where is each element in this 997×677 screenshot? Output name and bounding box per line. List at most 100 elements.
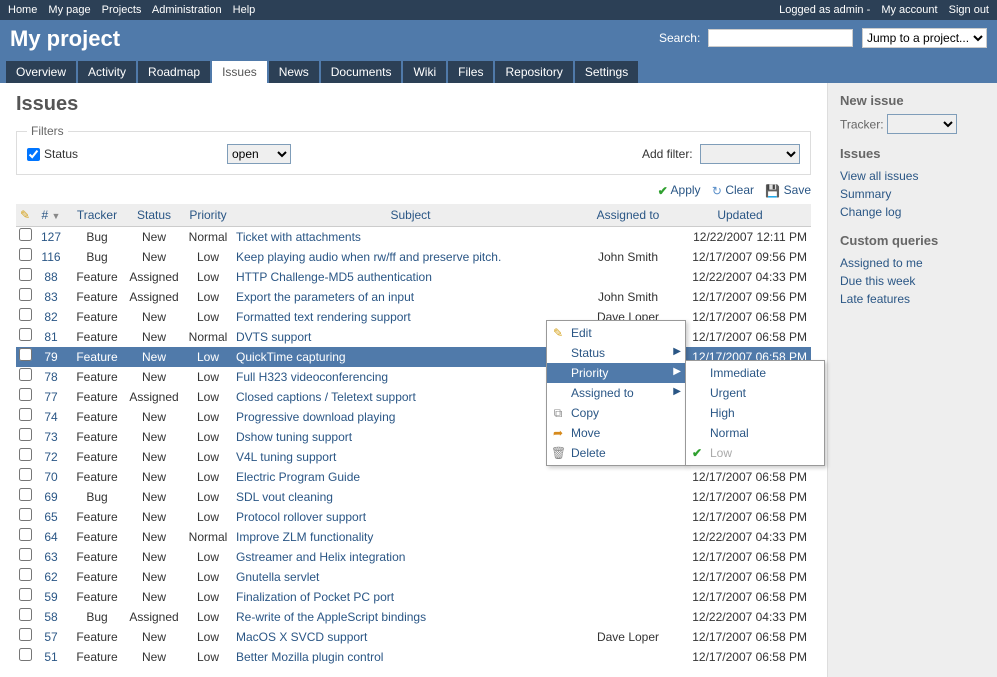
issue-id[interactable]: 70 xyxy=(44,470,57,484)
search-input[interactable] xyxy=(708,29,853,47)
jump-to-project-select[interactable]: Jump to a project... xyxy=(862,28,987,48)
ctx-delete[interactable]: 🗑Delete xyxy=(547,443,685,463)
issue-subject-link[interactable]: Gstreamer and Helix integration xyxy=(236,550,405,564)
row-checkbox[interactable] xyxy=(19,408,32,421)
row-checkbox[interactable] xyxy=(19,528,32,541)
link-late-features[interactable]: Late features xyxy=(840,290,985,308)
ctx-move[interactable]: ➦Move xyxy=(547,423,685,443)
issue-subject-link[interactable]: Protocol rollover support xyxy=(236,510,366,524)
issue-id[interactable]: 78 xyxy=(44,370,57,384)
issue-subject-link[interactable]: Export the parameters of an input xyxy=(236,290,414,304)
issue-id[interactable]: 116 xyxy=(41,250,60,264)
tab-files[interactable]: Files xyxy=(448,61,493,83)
issue-subject-link[interactable]: Better Mozilla plugin control xyxy=(236,650,383,664)
nav-help[interactable]: Help xyxy=(233,4,256,16)
link-due-this-week[interactable]: Due this week xyxy=(840,272,985,290)
row-checkbox[interactable] xyxy=(19,628,32,641)
ctx-priority-low[interactable]: ✔Low xyxy=(686,443,824,463)
link-view-all-issues[interactable]: View all issues xyxy=(840,167,985,185)
issue-subject-link[interactable]: Re-write of the AppleScript bindings xyxy=(236,610,426,624)
col-status[interactable]: Status xyxy=(126,204,182,227)
issue-subject-link[interactable]: V4L tuning support xyxy=(236,450,336,464)
row-checkbox[interactable] xyxy=(19,428,32,441)
tab-overview[interactable]: Overview xyxy=(6,61,76,83)
issue-subject-link[interactable]: Progressive download playing xyxy=(236,410,395,424)
issue-id[interactable]: 62 xyxy=(44,570,57,584)
issue-subject-link[interactable]: Formatted text rendering support xyxy=(236,310,411,324)
issue-subject-link[interactable]: Dshow tuning support xyxy=(236,430,352,444)
link-change-log[interactable]: Change log xyxy=(840,203,985,221)
col-subject[interactable]: Subject xyxy=(234,204,587,227)
add-filter-select[interactable] xyxy=(700,144,800,164)
issue-subject-link[interactable]: Closed captions / Teletext support xyxy=(236,390,416,404)
row-checkbox[interactable] xyxy=(19,468,32,481)
row-checkbox[interactable] xyxy=(19,588,32,601)
ctx-status[interactable]: Status▶ xyxy=(547,343,685,363)
issue-id[interactable]: 59 xyxy=(44,590,57,604)
row-checkbox[interactable] xyxy=(19,268,32,281)
issue-subject-link[interactable]: Finalization of Pocket PC port xyxy=(236,590,394,604)
clear-button[interactable]: ↻ Clear xyxy=(712,183,754,197)
nav-my-account[interactable]: My account xyxy=(881,4,937,16)
issue-id[interactable]: 65 xyxy=(44,510,57,524)
issue-subject-link[interactable]: Electric Program Guide xyxy=(236,470,360,484)
tab-news[interactable]: News xyxy=(269,61,319,83)
col-id[interactable]: # ▼ xyxy=(34,204,68,227)
save-button[interactable]: 💾 Save xyxy=(765,183,811,197)
row-checkbox[interactable] xyxy=(19,288,32,301)
tab-settings[interactable]: Settings xyxy=(575,61,638,83)
table-row[interactable]: 81FeatureNewNormalDVTS support12/17/2007… xyxy=(16,327,811,347)
filter-status-select[interactable]: open xyxy=(227,144,291,164)
nav-administration[interactable]: Administration xyxy=(152,4,222,16)
table-row[interactable]: 116BugNewLowKeep playing audio when rw/f… xyxy=(16,247,811,267)
issue-subject-link[interactable]: Gnutella servlet xyxy=(236,570,319,584)
row-checkbox[interactable] xyxy=(19,608,32,621)
row-checkbox[interactable] xyxy=(19,568,32,581)
issue-subject-link[interactable]: DVTS support xyxy=(236,330,311,344)
col-priority[interactable]: Priority xyxy=(182,204,234,227)
issue-id[interactable]: 77 xyxy=(44,390,57,404)
issue-subject-link[interactable]: Keep playing audio when rw/ff and preser… xyxy=(236,250,501,264)
tab-documents[interactable]: Documents xyxy=(321,61,402,83)
tab-activity[interactable]: Activity xyxy=(78,61,136,83)
row-checkbox[interactable] xyxy=(19,308,32,321)
tab-wiki[interactable]: Wiki xyxy=(403,61,446,83)
issue-id[interactable]: 51 xyxy=(44,650,57,664)
table-row[interactable]: 65FeatureNewLowProtocol rollover support… xyxy=(16,507,811,527)
issue-subject-link[interactable]: Improve ZLM functionality xyxy=(236,530,373,544)
ctx-priority-immediate[interactable]: Immediate xyxy=(686,363,824,383)
tab-issues[interactable]: Issues xyxy=(212,61,267,83)
issue-subject-link[interactable]: Full H323 videoconferencing xyxy=(236,370,388,384)
col-updated[interactable]: Updated xyxy=(669,204,811,227)
issue-id[interactable]: 72 xyxy=(44,450,57,464)
ctx-priority[interactable]: Priority▶ ImmediateUrgentHighNormal✔Low xyxy=(547,363,685,383)
link-assigned-to-me[interactable]: Assigned to me xyxy=(840,254,985,272)
col-tracker[interactable]: Tracker xyxy=(68,204,126,227)
issue-id[interactable]: 127 xyxy=(41,230,61,244)
issue-id[interactable]: 79 xyxy=(44,350,57,364)
table-row[interactable]: 62FeatureNewLowGnutella servlet12/17/200… xyxy=(16,567,811,587)
issue-id[interactable]: 69 xyxy=(44,490,57,504)
row-checkbox[interactable] xyxy=(19,548,32,561)
table-row[interactable]: 59FeatureNewLowFinalization of Pocket PC… xyxy=(16,587,811,607)
tab-roadmap[interactable]: Roadmap xyxy=(138,61,210,83)
issue-subject-link[interactable]: Ticket with attachments xyxy=(236,230,361,244)
row-checkbox[interactable] xyxy=(19,448,32,461)
row-checkbox[interactable] xyxy=(19,348,32,361)
ctx-priority-high[interactable]: High xyxy=(686,403,824,423)
ctx-assigned-to[interactable]: Assigned to▶ xyxy=(547,383,685,403)
row-checkbox[interactable] xyxy=(19,248,32,261)
row-checkbox[interactable] xyxy=(19,228,32,241)
issue-id[interactable]: 88 xyxy=(44,270,57,284)
issue-id[interactable]: 57 xyxy=(44,630,57,644)
row-checkbox[interactable] xyxy=(19,388,32,401)
table-row[interactable]: 70FeatureNewLowElectric Program Guide12/… xyxy=(16,467,811,487)
ctx-priority-urgent[interactable]: Urgent xyxy=(686,383,824,403)
table-row[interactable]: 127BugNewNormalTicket with attachments12… xyxy=(16,226,811,247)
row-checkbox[interactable] xyxy=(19,368,32,381)
tab-repository[interactable]: Repository xyxy=(495,61,572,83)
issue-id[interactable]: 74 xyxy=(44,410,57,424)
issue-id[interactable]: 63 xyxy=(44,550,57,564)
tracker-select[interactable] xyxy=(887,114,957,134)
table-row[interactable]: 88FeatureAssignedLowHTTP Challenge-MD5 a… xyxy=(16,267,811,287)
